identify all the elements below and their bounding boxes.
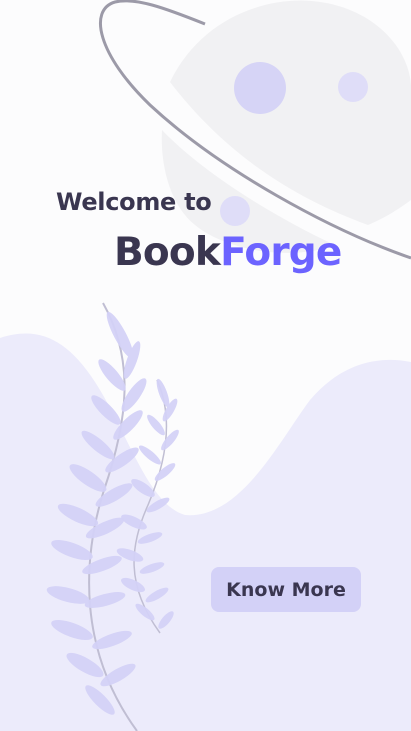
planet-illustration bbox=[99, 0, 411, 260]
app-title: BookForge bbox=[114, 230, 342, 275]
planet-crater-large bbox=[234, 62, 286, 114]
app-title-forge: Forge bbox=[220, 230, 342, 275]
background-illustration bbox=[0, 0, 411, 731]
app-title-book: Book bbox=[114, 230, 221, 275]
background-hill bbox=[0, 333, 411, 731]
planet-crater-small bbox=[338, 72, 368, 102]
planet-crater-bottom bbox=[220, 196, 250, 226]
know-more-button[interactable]: Know More bbox=[211, 567, 361, 612]
welcome-text: Welcome to bbox=[56, 188, 212, 216]
